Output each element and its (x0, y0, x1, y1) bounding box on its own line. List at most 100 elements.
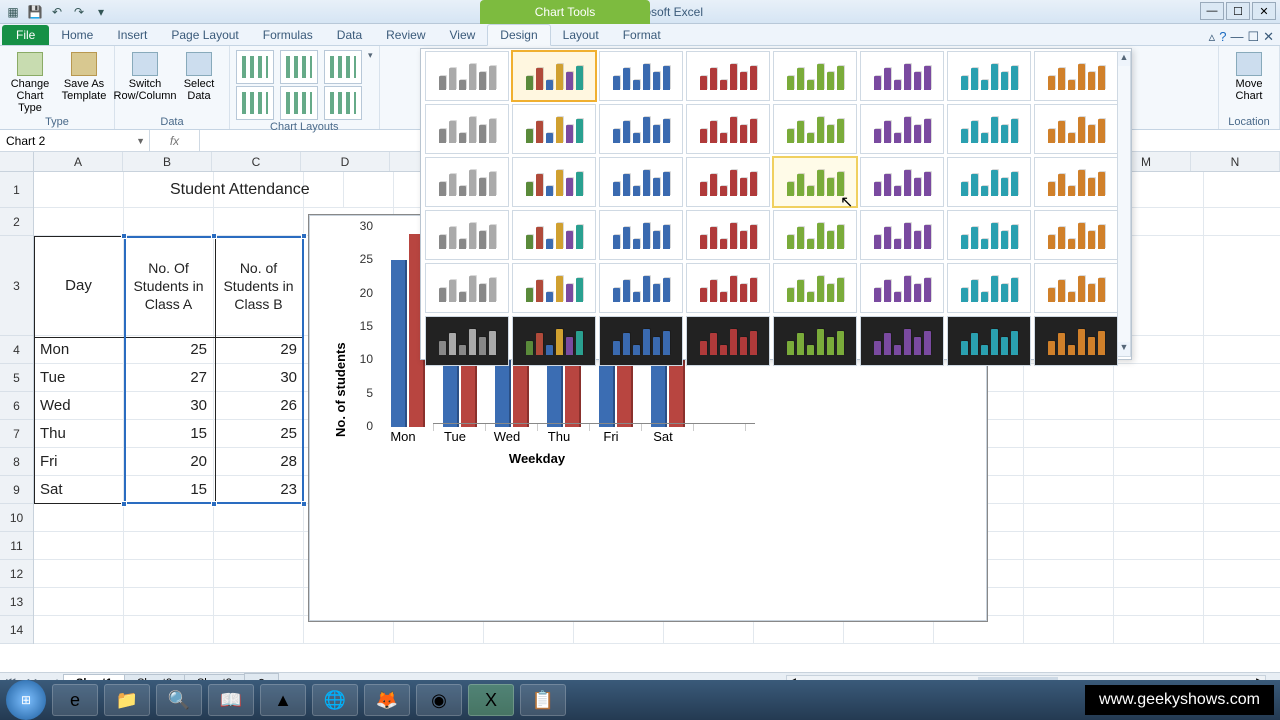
gallery-scrollbar[interactable]: ▲ ▼ (1117, 51, 1131, 357)
chart-style-option[interactable] (773, 316, 857, 366)
chart-style-option[interactable] (512, 104, 596, 154)
help-icon[interactable]: ? (1219, 29, 1226, 45)
taskbar-chrome-icon[interactable]: ◉ (416, 684, 462, 716)
chart-layout-6[interactable] (324, 86, 362, 120)
chart-style-option[interactable] (773, 157, 857, 207)
chart-style-option[interactable] (686, 51, 770, 101)
taskbar-app-icon[interactable]: 📖 (208, 684, 254, 716)
row-headers[interactable]: 1234567891011121314 (0, 172, 34, 644)
chart-style-option[interactable] (1034, 157, 1118, 207)
chart-style-option[interactable] (1034, 263, 1118, 313)
cell[interactable] (1204, 336, 1280, 364)
chart-style-option[interactable] (425, 51, 509, 101)
name-box-input[interactable] (6, 134, 143, 148)
chart-style-option[interactable] (425, 104, 509, 154)
cell[interactable] (214, 208, 304, 236)
selection-handle[interactable] (301, 501, 307, 507)
selection-handle[interactable] (211, 233, 217, 239)
tab-layout[interactable]: Layout (551, 25, 611, 45)
chart-style-option[interactable] (773, 51, 857, 101)
workbook-minimize-icon[interactable]: — (1230, 29, 1243, 45)
cell[interactable] (1204, 616, 1280, 644)
cell[interactable] (124, 532, 214, 560)
chart-style-option[interactable] (425, 210, 509, 260)
taskbar-vlc-icon[interactable]: ▲ (260, 684, 306, 716)
cell[interactable] (1204, 588, 1280, 616)
cell[interactable] (1114, 504, 1204, 532)
row-header[interactable]: 7 (0, 420, 33, 448)
column-header[interactable]: A (34, 152, 123, 171)
name-box-dropdown-icon[interactable]: ▼ (136, 136, 145, 146)
chart-style-option[interactable] (773, 210, 857, 260)
selection-handle[interactable] (301, 233, 307, 239)
chart-style-option[interactable] (860, 316, 944, 366)
chart-style-option[interactable] (773, 263, 857, 313)
maximize-button[interactable]: ☐ (1226, 2, 1250, 20)
chart-style-option[interactable] (947, 104, 1031, 154)
row-header[interactable]: 14 (0, 616, 33, 644)
cell[interactable] (34, 560, 124, 588)
cell[interactable] (1114, 560, 1204, 588)
cell[interactable] (1114, 364, 1204, 392)
chart-style-option[interactable] (425, 263, 509, 313)
cell[interactable] (1204, 532, 1280, 560)
name-box[interactable]: ▼ (0, 130, 150, 151)
cell[interactable] (1114, 448, 1204, 476)
cell[interactable] (1204, 448, 1280, 476)
cell[interactable] (1024, 364, 1114, 392)
cell[interactable] (124, 616, 214, 644)
chart-style-option[interactable] (860, 210, 944, 260)
save-icon[interactable]: 💾 (26, 3, 44, 21)
chart-style-option[interactable] (599, 157, 683, 207)
row-header[interactable]: 6 (0, 392, 33, 420)
column-header[interactable]: N (1191, 152, 1280, 171)
chart-style-option[interactable] (599, 104, 683, 154)
cell[interactable] (34, 504, 124, 532)
cell[interactable] (1114, 588, 1204, 616)
redo-icon[interactable]: ↷ (70, 3, 88, 21)
taskbar-excel-icon[interactable]: X (468, 684, 514, 716)
file-tab[interactable]: File (2, 25, 49, 45)
row-header[interactable]: 4 (0, 336, 33, 364)
cell[interactable] (1024, 448, 1114, 476)
selection-handle[interactable] (211, 501, 217, 507)
taskbar-app-icon[interactable]: 🔍 (156, 684, 202, 716)
row-header[interactable]: 11 (0, 532, 33, 560)
cell[interactable] (1204, 504, 1280, 532)
taskbar-app-icon[interactable]: 🌐 (312, 684, 358, 716)
cell[interactable] (34, 208, 124, 236)
column-header[interactable]: B (123, 152, 212, 171)
chart-style-option[interactable] (599, 263, 683, 313)
cell[interactable] (214, 588, 304, 616)
chart-layout-4[interactable] (236, 86, 274, 120)
cell[interactable]: Student Attendance (164, 172, 344, 208)
cell[interactable] (1024, 616, 1114, 644)
chart-layout-2[interactable] (280, 50, 318, 84)
cell[interactable] (1204, 420, 1280, 448)
cell[interactable] (1114, 616, 1204, 644)
selection-handle[interactable] (121, 233, 127, 239)
chart-style-option[interactable] (512, 51, 596, 101)
row-header[interactable]: 10 (0, 504, 33, 532)
start-button[interactable]: ⊞ (6, 680, 46, 720)
chart-style-option[interactable] (512, 210, 596, 260)
tab-data[interactable]: Data (325, 25, 374, 45)
row-header[interactable]: 13 (0, 588, 33, 616)
chart-style-option[interactable] (686, 263, 770, 313)
chart-style-option[interactable] (860, 263, 944, 313)
qat-dropdown-icon[interactable]: ▾ (92, 3, 110, 21)
chart-layouts-more-icon[interactable]: ▾ (368, 50, 373, 61)
select-all-corner[interactable] (0, 152, 34, 172)
cell[interactable] (1024, 476, 1114, 504)
cell[interactable] (1114, 476, 1204, 504)
chart-style-option[interactable] (947, 316, 1031, 366)
cell[interactable] (34, 588, 124, 616)
cell[interactable] (1204, 172, 1280, 208)
chart-style-option[interactable] (947, 51, 1031, 101)
chart-style-option[interactable] (512, 263, 596, 313)
tab-view[interactable]: View (438, 25, 488, 45)
tab-design[interactable]: Design (487, 24, 550, 46)
chart-layout-5[interactable] (280, 86, 318, 120)
cell[interactable] (1024, 532, 1114, 560)
scroll-down-icon[interactable]: ▼ (1118, 342, 1130, 356)
